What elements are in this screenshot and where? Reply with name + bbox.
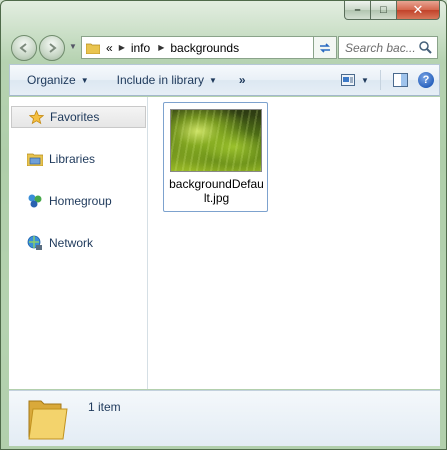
file-name: backgroundDefault.jpg [169,177,264,205]
details-pane: 1 item [9,390,440,446]
maximize-button[interactable]: □ [371,1,397,20]
toolbar-right-group: ▼ ? [336,65,439,95]
item-count: 1 item [88,400,121,414]
more-commands-button[interactable]: » [239,73,246,87]
organize-label: Organize [27,73,76,87]
toolbar-separator [380,70,381,90]
arrow-right-icon [49,43,57,53]
arrow-left-icon [19,43,27,53]
command-bar: Organize ▼ Include in library ▼ » ▼ ? [9,64,440,96]
close-icon: ✕ [412,2,424,17]
chevron-down-icon: ▼ [209,75,217,85]
star-icon [28,109,44,125]
file-list: backgroundDefault.jpg [148,97,440,389]
breadcrumb-overflow[interactable]: « [106,41,113,55]
preview-pane-icon [392,73,408,87]
sidebar-item-label: Favorites [50,110,100,124]
chevron-down-icon: ▼ [80,75,89,85]
navigation-pane: Favorites Libraries Homegroup Network [9,97,148,389]
folder-icon [86,43,100,54]
navigation-bar: ▼ « ▶ info ▶ backgrounds ▼ Search bac... [9,33,438,61]
search-placeholder: Search bac... [345,40,416,55]
caption-buttons: – □ ✕ [344,1,440,20]
sidebar-item-favorites[interactable]: Favorites [11,106,146,128]
sidebar-item-label: Network [49,236,94,250]
image-thumbnail [170,109,262,172]
include-in-library-label: Include in library [116,73,204,87]
sidebar-item-network[interactable]: Network [11,232,146,254]
search-input[interactable]: Search bac... [338,36,438,59]
breadcrumb-item-backgrounds[interactable]: backgrounds [170,41,239,55]
homegroup-icon [27,193,43,209]
chevron-right-icon[interactable]: ▶ [158,43,164,52]
view-options-icon [341,74,356,86]
sidebar-item-label: Libraries [49,152,96,166]
sidebar-item-label: Homegroup [49,194,112,208]
sidebar-item-libraries[interactable]: Libraries [11,148,146,170]
minimize-button[interactable]: – [344,1,371,20]
view-dropdown-icon[interactable]: ▼ [361,76,369,85]
chevron-right-icon[interactable]: ▶ [119,43,125,52]
help-button[interactable]: ? [413,68,439,92]
file-item[interactable]: backgroundDefault.jpg [163,102,268,212]
sidebar-item-homegroup[interactable]: Homegroup [11,190,146,212]
explorer-window: – □ ✕ ▼ « ▶ info ▶ backgrounds Search ba… [0,0,447,450]
organize-button[interactable]: Organize ▼ [27,73,89,87]
libraries-icon [27,151,43,167]
breadcrumb-item-info[interactable]: info [131,41,150,55]
forward-button[interactable] [39,35,65,61]
refresh-button[interactable] [313,36,337,59]
minimize-icon: – [354,4,361,16]
network-icon [27,235,43,251]
change-view-button[interactable]: ▼ [336,74,374,86]
maximize-icon: □ [380,4,387,16]
back-button[interactable] [11,35,37,61]
include-in-library-button[interactable]: Include in library ▼ [117,73,217,87]
folder-icon [28,400,68,440]
help-icon: ? [418,72,434,88]
search-icon [419,41,432,54]
refresh-icon [320,42,330,53]
preview-pane-button[interactable] [387,68,413,92]
address-bar[interactable]: « ▶ info ▶ backgrounds ▼ [81,36,337,59]
close-button[interactable]: ✕ [397,1,440,20]
recent-pages-dropdown[interactable]: ▼ [69,42,77,51]
